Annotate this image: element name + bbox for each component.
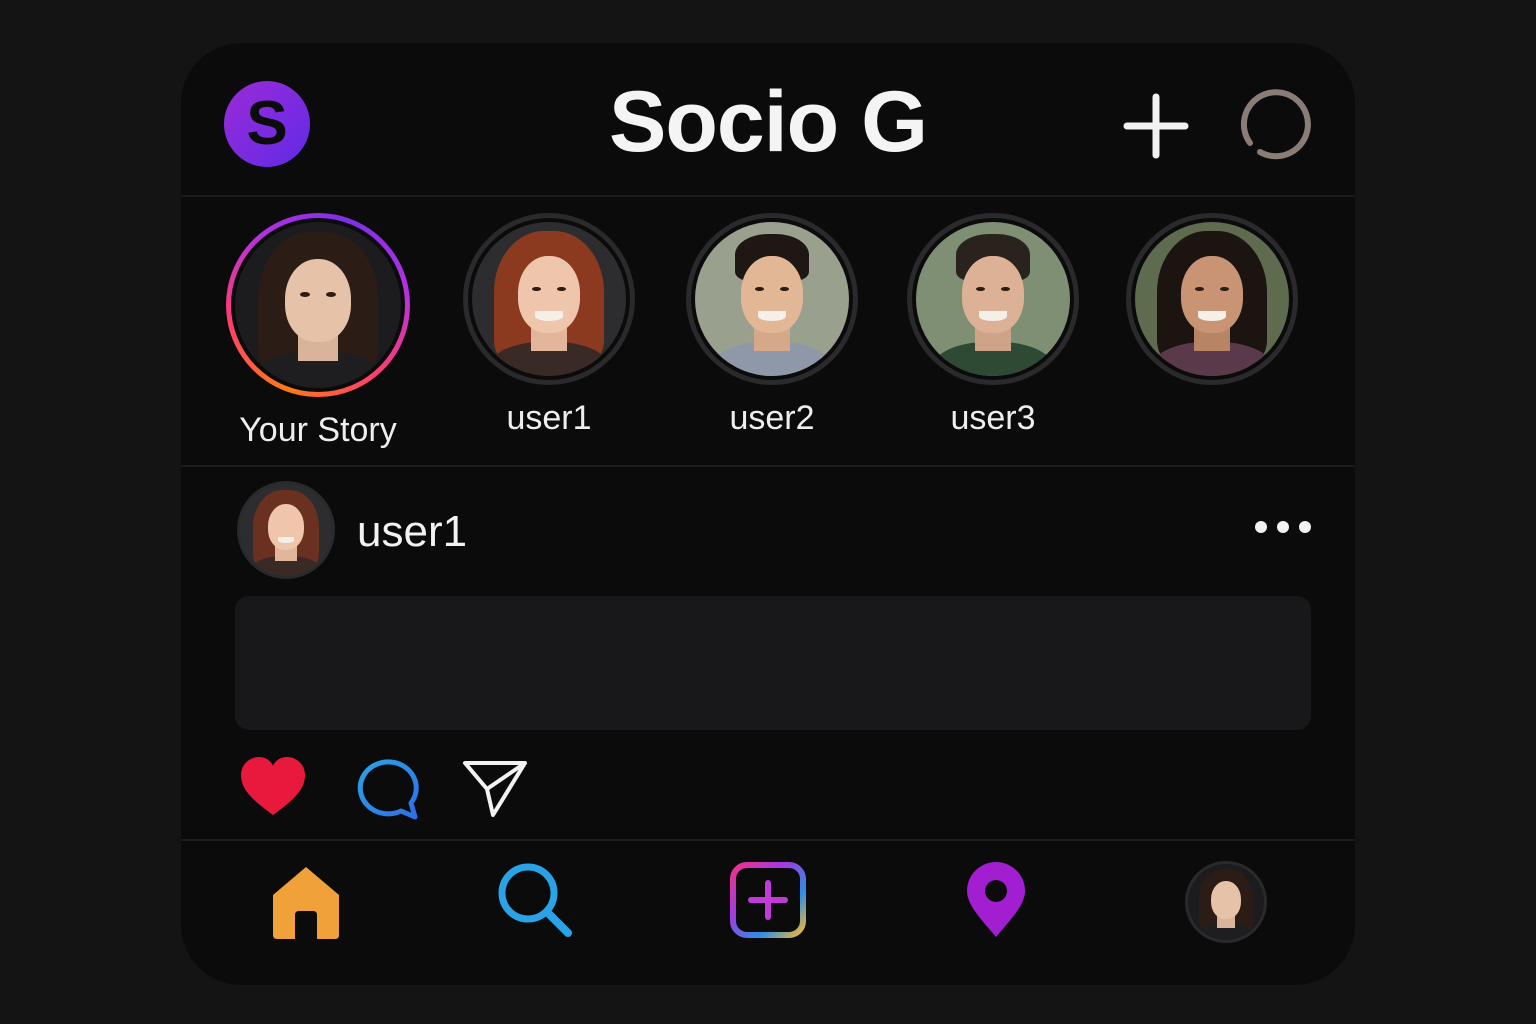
avatar — [472, 222, 626, 376]
story-user3[interactable]: user3 — [883, 213, 1103, 438]
post-media[interactable] — [235, 596, 1311, 730]
story-label: user3 — [950, 399, 1036, 437]
ring-icon[interactable] — [1238, 87, 1312, 161]
send-icon[interactable] — [459, 753, 531, 825]
post-avatar[interactable] — [237, 481, 335, 579]
post-username[interactable]: user1 — [357, 507, 467, 557]
avatar — [1135, 222, 1289, 376]
more-horizontal-icon[interactable] — [1255, 521, 1311, 535]
story-label: user1 — [506, 399, 592, 437]
home-icon[interactable] — [265, 859, 347, 941]
story-user4[interactable] — [1102, 213, 1322, 399]
story-user1[interactable]: user1 — [439, 213, 659, 438]
story-label: user2 — [729, 399, 815, 437]
avatar — [695, 222, 849, 376]
avatar — [916, 222, 1070, 376]
app-window: S Socio G Your Story user1 user2 user3 u… — [181, 43, 1355, 985]
avatar — [1188, 864, 1264, 940]
create-icon[interactable] — [727, 859, 809, 941]
avatar — [240, 484, 332, 576]
story-user2[interactable]: user2 — [662, 213, 882, 438]
search-icon[interactable] — [494, 859, 576, 941]
story-label: Your Story — [239, 411, 397, 449]
post-actions — [181, 753, 1355, 833]
top-bar: S Socio G — [181, 43, 1355, 197]
plus-icon[interactable] — [1123, 93, 1189, 159]
profile-avatar[interactable] — [1185, 861, 1267, 943]
heart-icon[interactable] — [237, 753, 309, 825]
bottom-tab-bar — [181, 843, 1355, 985]
comment-icon[interactable] — [353, 753, 425, 825]
story-ring-active — [226, 213, 410, 397]
story-your-story[interactable]: Your Story — [208, 213, 428, 450]
location-pin-icon[interactable] — [955, 859, 1037, 941]
post-header: user1 — [181, 469, 1355, 589]
divider — [181, 839, 1355, 841]
avatar — [235, 222, 401, 388]
stories-row: Your Story user1 user2 user3 — [181, 199, 1355, 467]
